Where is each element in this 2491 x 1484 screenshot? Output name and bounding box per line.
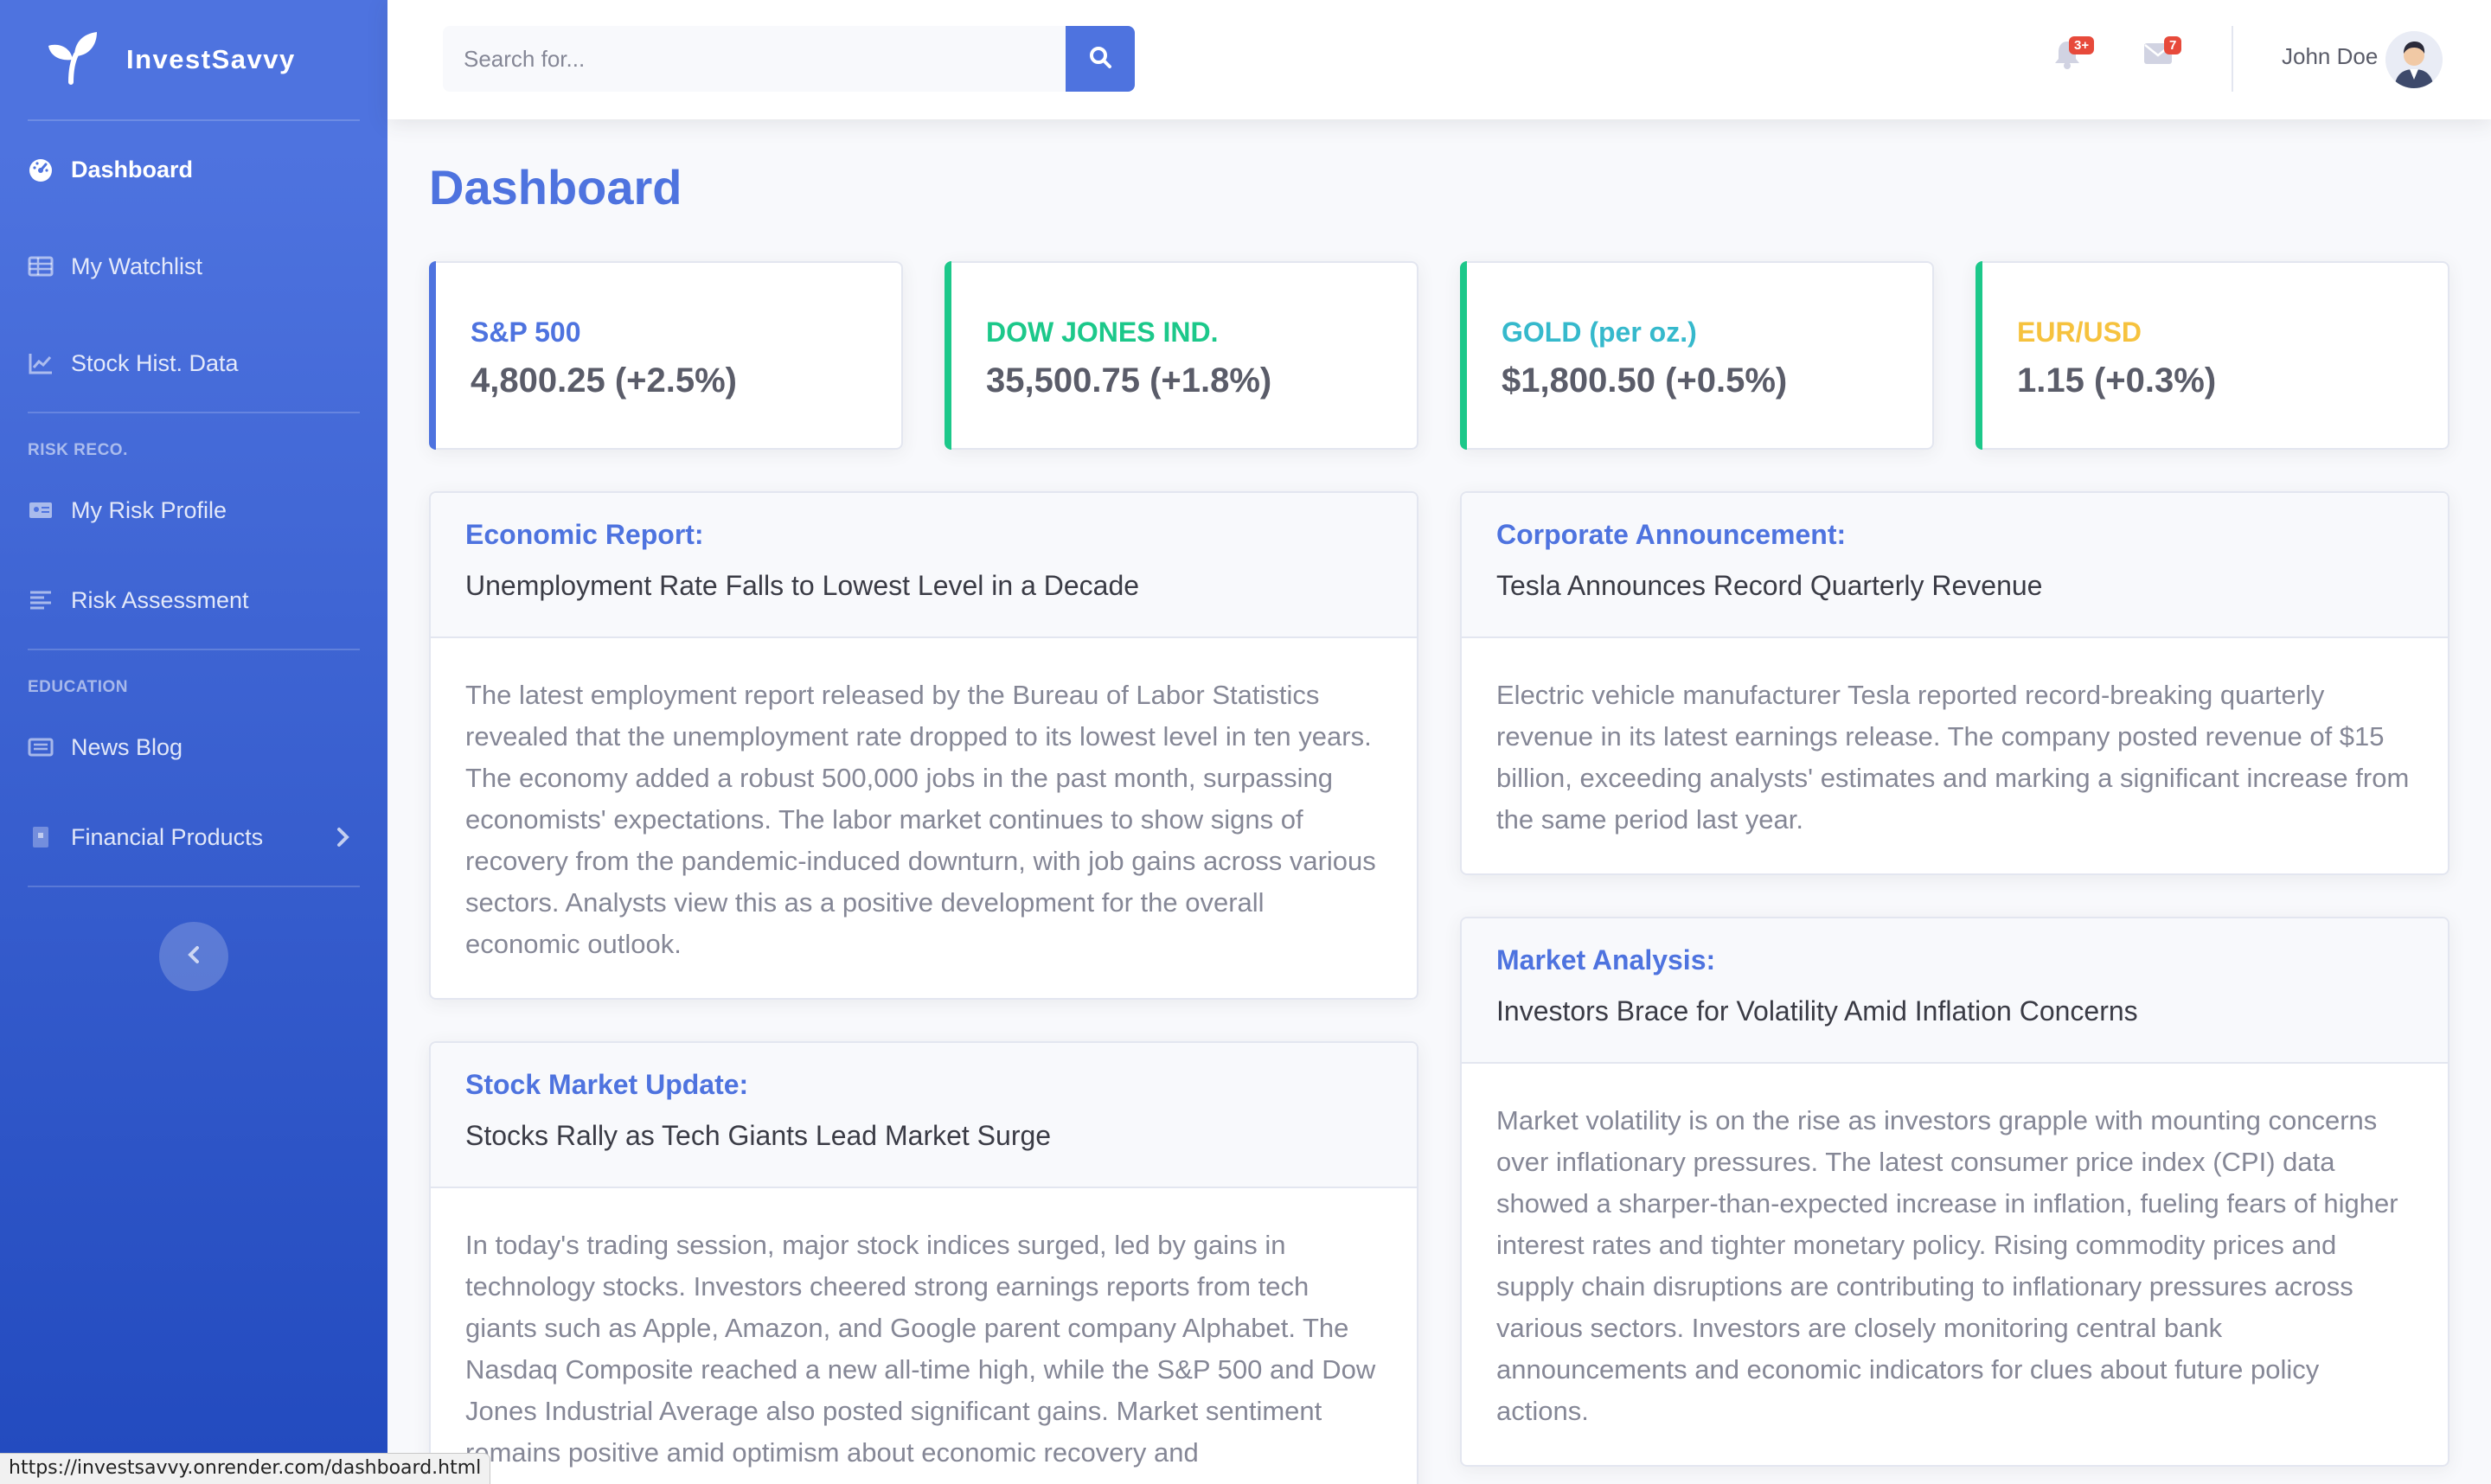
messages-badge: 7 — [2164, 36, 2182, 54]
page-title: Dashboard — [429, 160, 682, 214]
stat-label: DOW JONES IND. — [986, 317, 1219, 348]
table-icon — [28, 253, 54, 279]
user-name[interactable]: John Doe — [2282, 43, 2378, 70]
news-body: Market volatility is on the rise as inve… — [1496, 1105, 2398, 1426]
card-accent-bar — [429, 261, 436, 450]
sidebar-item-news-blog[interactable]: News Blog — [0, 706, 387, 789]
sidebar-item-watchlist[interactable]: My Watchlist — [0, 218, 387, 315]
search-icon — [1088, 45, 1112, 74]
news-headline: Stocks Rally as Tech Giants Lead Market … — [465, 1120, 1052, 1151]
alerts-button[interactable]: 3+ — [2053, 36, 2095, 74]
sidebar-toggle-button[interactable] — [159, 922, 228, 991]
sidebar-item-label: Stock Hist. Data — [71, 349, 239, 376]
sidebar: InvestSavvy Dashboard My Watchlist Stock… — [0, 0, 387, 1484]
stat-label: GOLD (per oz.) — [1502, 317, 1697, 348]
sidebar-item-label: My Risk Profile — [71, 496, 227, 523]
stat-label: EUR/USD — [2017, 317, 2142, 348]
stat-value: 4,800.25 (+2.5%) — [471, 361, 737, 400]
avatar[interactable] — [2385, 31, 2443, 88]
sidebar-heading-education: EDUCATION — [28, 678, 129, 696]
seedling-icon — [45, 30, 100, 90]
news-card-market-analysis: Market Analysis: Investors Brace for Vol… — [1460, 917, 2449, 1467]
status-bar-url: https://investsavvy.onrender.com/dashboa… — [0, 1453, 491, 1484]
news-card-corporate-announcement: Corporate Announcement: Tesla Announces … — [1460, 491, 2449, 875]
stat-value: $1,800.50 (+0.5%) — [1502, 361, 1788, 400]
news-category: Market Analysis: — [1496, 944, 1716, 975]
book-icon — [28, 824, 54, 850]
card-accent-bar — [1976, 261, 1982, 450]
stat-value: 1.15 (+0.3%) — [2017, 361, 2217, 400]
sidebar-item-label: Financial Products — [71, 823, 264, 850]
news-body: In today's trading session, major stock … — [465, 1230, 1376, 1468]
stat-card-eur-usd: EUR/USD 1.15 (+0.3%) — [1976, 261, 2449, 450]
sidebar-divider — [28, 886, 360, 887]
tachometer-icon — [28, 157, 54, 182]
messages-button[interactable]: 7 — [2143, 36, 2182, 74]
sidebar-item-risk-assessment[interactable]: Risk Assessment — [0, 552, 387, 649]
news-body: The latest employment report released by… — [465, 680, 1376, 959]
chevron-right-icon — [332, 825, 353, 849]
stat-card-gold: GOLD (per oz.) $1,800.50 (+0.5%) — [1460, 261, 1934, 450]
news-category: Corporate Announcement: — [1496, 519, 1847, 550]
card-accent-bar — [945, 261, 951, 450]
news-card-header: Stock Market Update: Stocks Rally as Tec… — [431, 1043, 1417, 1188]
brand-name: InvestSavvy — [126, 44, 296, 74]
sidebar-item-label: My Watchlist — [71, 253, 203, 279]
chevron-left-icon — [185, 944, 202, 969]
stat-value: 35,500.75 (+1.8%) — [986, 361, 1272, 400]
news-headline: Tesla Announces Record Quarterly Revenue — [1496, 570, 2043, 601]
news-category: Economic Report: — [465, 519, 704, 550]
align-left-icon — [28, 587, 54, 613]
bell-icon — [2053, 42, 2081, 73]
search-form — [443, 26, 1149, 92]
sidebar-item-dashboard[interactable]: Dashboard — [0, 121, 387, 218]
brand-link[interactable]: InvestSavvy — [0, 0, 387, 119]
sidebar-item-my-risk-profile[interactable]: My Risk Profile — [0, 469, 387, 552]
news-headline: Investors Brace for Volatility Amid Infl… — [1496, 995, 2138, 1027]
news-card-stock-market-update: Stock Market Update: Stocks Rally as Tec… — [429, 1041, 1418, 1484]
topbar: 3+ 7 John Doe — [387, 0, 2491, 119]
news-card-header: Market Analysis: Investors Brace for Vol… — [1462, 918, 2448, 1064]
topbar-divider — [2232, 26, 2233, 92]
sidebar-item-stock-hist-data[interactable]: Stock Hist. Data — [0, 315, 387, 412]
sidebar-item-label: Risk Assessment — [71, 586, 249, 613]
id-card-icon — [28, 497, 54, 523]
stat-label: S&P 500 — [471, 317, 581, 348]
news-card-header: Corporate Announcement: Tesla Announces … — [1462, 493, 2448, 638]
news-card-economic-report: Economic Report: Unemployment Rate Falls… — [429, 491, 1418, 1000]
news-category: Stock Market Update: — [465, 1069, 749, 1100]
sidebar-heading-risk: RISK RECO. — [28, 441, 128, 459]
envelope-icon — [2143, 43, 2173, 69]
newspaper-icon — [28, 734, 54, 760]
stat-card-sp500: S&P 500 4,800.25 (+2.5%) — [429, 261, 903, 450]
alerts-badge: 3+ — [2069, 36, 2095, 54]
news-body: Electric vehicle manufacturer Tesla repo… — [1496, 680, 2410, 835]
sidebar-item-label: Dashboard — [71, 156, 194, 182]
news-headline: Unemployment Rate Falls to Lowest Level … — [465, 570, 1140, 601]
sidebar-item-financial-products[interactable]: Financial Products — [0, 789, 387, 886]
news-card-header: Economic Report: Unemployment Rate Falls… — [431, 493, 1417, 638]
card-accent-bar — [1460, 261, 1467, 450]
stat-card-dow-jones: DOW JONES IND. 35,500.75 (+1.8%) — [945, 261, 1418, 450]
chart-line-icon — [28, 350, 54, 376]
search-input[interactable] — [443, 26, 1066, 92]
search-button[interactable] — [1066, 26, 1135, 92]
sidebar-item-label: News Blog — [71, 733, 183, 760]
